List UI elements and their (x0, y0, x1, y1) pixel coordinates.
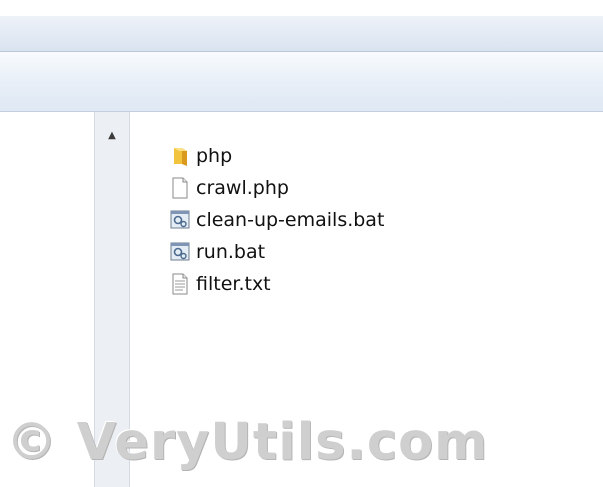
file-item-run-bat[interactable]: run.bat (170, 236, 590, 268)
file-item-clean-up-emails-bat[interactable]: clean-up-emails.bat (170, 204, 590, 236)
batch-file-icon (170, 210, 190, 229)
file-item-php[interactable]: php (170, 140, 590, 172)
file-item-filter-txt[interactable]: filter.txt (170, 268, 590, 300)
address-bar[interactable] (0, 16, 603, 52)
folder-icon (174, 148, 187, 166)
scroll-up-arrow-icon[interactable]: ▲ (103, 128, 121, 142)
file-name: php (196, 145, 233, 167)
file-name: run.bat (196, 241, 266, 263)
explorer-window: ▲ php crawl.php clean-up-emails.bat run.… (0, 0, 603, 487)
watermark: © VeryUtils.com (6, 413, 489, 472)
file-name: crawl.php (196, 177, 289, 199)
batch-file-icon (170, 242, 190, 261)
window-top-strip (0, 0, 603, 16)
blank-file-icon (172, 177, 188, 199)
file-name: clean-up-emails.bat (196, 209, 385, 231)
file-list: php crawl.php clean-up-emails.bat run.ba… (170, 140, 590, 300)
text-file-icon (172, 273, 188, 295)
command-toolbar (0, 52, 603, 112)
file-item-crawl-php[interactable]: crawl.php (170, 172, 590, 204)
file-name: filter.txt (196, 273, 271, 295)
